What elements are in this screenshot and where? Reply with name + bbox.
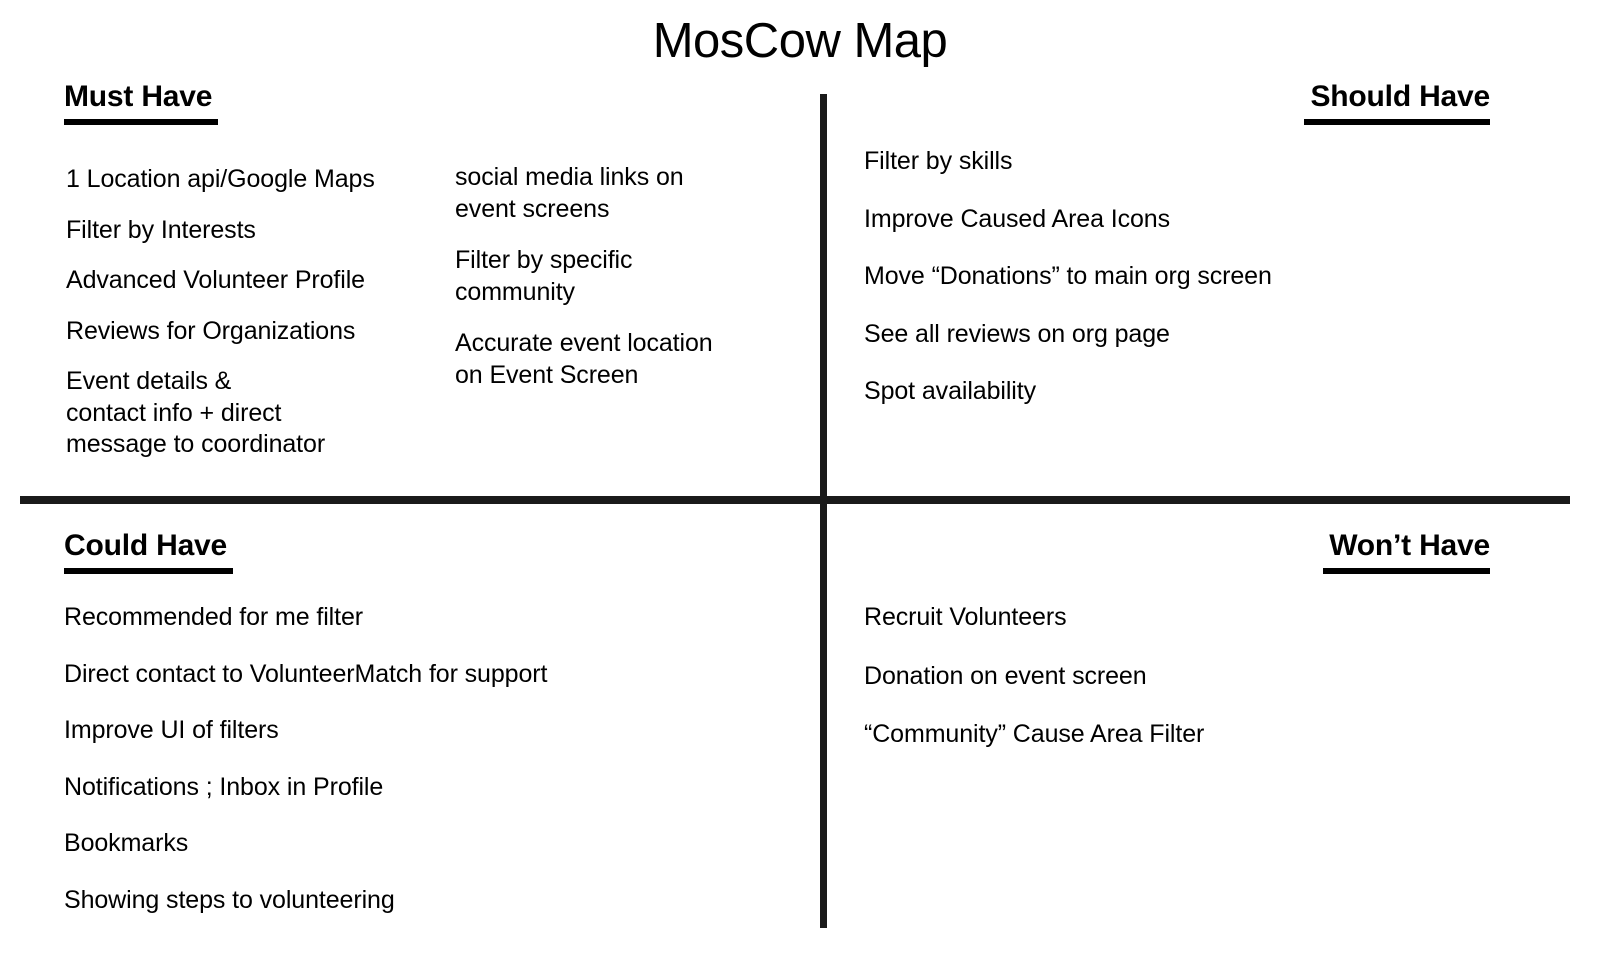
- list-item: 1 Location api/Google Maps: [66, 165, 375, 193]
- quadrant-heading-could-have: Could Have: [64, 531, 233, 574]
- quadrant-heading-could-have-label: Could Have: [64, 529, 228, 562]
- quadrant-heading-wont-have-label: Won’t Have: [1329, 529, 1490, 562]
- list-item: Bookmarks: [64, 829, 189, 857]
- list-item: Improve UI of filters: [64, 716, 279, 744]
- page-title: MosCow Map: [652, 14, 948, 68]
- list-item: Event details & contact info + direct me…: [66, 367, 326, 458]
- wont-have-item-list: Recruit Volunteers Donation on event scr…: [864, 602, 1484, 751]
- list-item: “Community” Cause Area Filter: [864, 720, 1205, 748]
- quadrant-heading-wont-have: Won’t Have: [1323, 531, 1490, 574]
- list-item: Improve Caused Area Icons: [864, 204, 1170, 233]
- could-have-item-list: Recommended for me filter Direct contact…: [64, 602, 784, 916]
- quadrant-heading-could-have-underline: [64, 568, 233, 574]
- quadrant-heading-must-have: Must Have: [64, 82, 218, 125]
- list-item: Recommended for me filter: [64, 603, 364, 631]
- quadrant-heading-must-have-label: Must Have: [64, 80, 213, 113]
- list-item: Advanced Volunteer Profile: [66, 266, 365, 294]
- quadrant-heading-should-have-label: Should Have: [1310, 80, 1491, 113]
- list-item: Reviews for Organizations: [66, 316, 356, 345]
- list-item: Showing steps to volunteering: [64, 885, 395, 914]
- list-item: Move “Donations” to main org screen: [864, 262, 1272, 290]
- should-have-item-list: Filter by skills Improve Caused Area Ico…: [864, 146, 1504, 408]
- list-item: Spot availability: [864, 377, 1037, 405]
- must-have-item-list-column-a: 1 Location api/Google Maps Filter by Int…: [66, 164, 446, 461]
- quadrant-heading-should-have: Should Have: [1304, 82, 1490, 125]
- quadrant-heading-should-have-underline: [1304, 119, 1490, 125]
- must-have-item-list-column-b: social media links on event screens Filt…: [455, 162, 785, 391]
- list-item: Direct contact to VolunteerMatch for sup…: [64, 659, 548, 688]
- list-item: Donation on event screen: [864, 661, 1147, 690]
- list-item: Filter by skills: [864, 147, 1013, 175]
- list-item: Recruit Volunteers: [864, 603, 1067, 631]
- list-item: Filter by Interests: [66, 215, 256, 244]
- list-item: See all reviews on org page: [864, 319, 1170, 348]
- moscow-map-page: { "title": "MosCow Map", "colors": { "in…: [0, 0, 1600, 960]
- horizontal-divider: [20, 496, 1570, 504]
- vertical-divider: [820, 94, 827, 928]
- list-item: Filter by specific community: [455, 246, 633, 306]
- quadrant-heading-must-have-underline: [64, 119, 218, 125]
- quadrant-heading-wont-have-underline: [1323, 568, 1490, 574]
- list-item: Accurate event location on Event Screen: [455, 329, 713, 389]
- list-item: Notifications ; Inbox in Profile: [64, 772, 384, 801]
- list-item: social media links on event screens: [455, 163, 684, 223]
